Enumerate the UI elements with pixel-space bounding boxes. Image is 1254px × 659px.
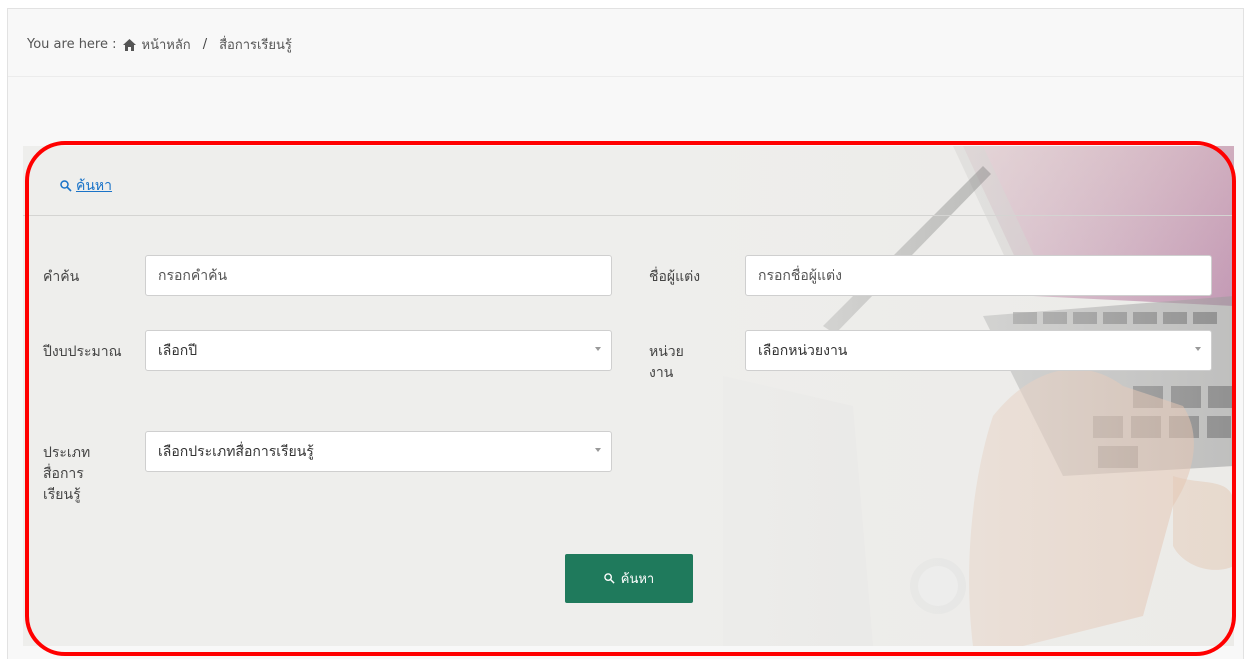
search-toggle-label: ค้นหา <box>76 178 113 194</box>
breadcrumb-prefix: You are here : <box>27 37 117 52</box>
search-toggle-link[interactable]: ค้นหา <box>60 175 112 197</box>
search-icon <box>60 180 72 192</box>
breadcrumb-divider <box>8 76 1243 77</box>
chevron-down-icon <box>1195 347 1201 351</box>
search-panel-header: ค้นหา <box>23 146 1234 216</box>
budget-year-select[interactable]: เลือกปี <box>145 330 612 371</box>
breadcrumb: You are here : หน้าหลัก / สื่อการเรียนรู… <box>27 34 292 55</box>
media-type-label-line2: สื่อการ <box>43 466 84 482</box>
budget-year-selected: เลือกปี <box>158 342 198 359</box>
agency-select[interactable]: เลือกหน่วยงาน <box>745 330 1212 371</box>
keyword-input[interactable] <box>145 255 612 296</box>
agency-selected: เลือกหน่วยงาน <box>758 342 848 359</box>
home-icon <box>122 38 136 51</box>
search-panel: ค้นหา คำค้น ชื่อผู้แต่ง ปีงบประมาณ เลือก… <box>23 146 1234 646</box>
media-type-selected: เลือกประเภทสื่อการเรียนรู้ <box>158 443 314 460</box>
agency-label: หน่วย งาน <box>649 342 684 384</box>
search-submit-button[interactable]: ค้นหา <box>565 554 693 603</box>
search-icon <box>603 573 615 584</box>
chevron-down-icon <box>595 448 601 452</box>
chevron-down-icon <box>595 347 601 351</box>
budget-year-label: ปีงบประมาณ <box>43 344 122 360</box>
media-type-label: ประเภท สื่อการ เรียนรู้ <box>43 443 90 506</box>
agency-label-line1: หน่วย <box>649 344 684 360</box>
media-type-label-line3: เรียนรู้ <box>43 487 81 503</box>
author-label: ชื่อผู้แต่ง <box>649 269 701 285</box>
author-input[interactable] <box>745 255 1212 296</box>
keyword-label: คำค้น <box>43 269 80 285</box>
breadcrumb-separator: / <box>202 37 208 52</box>
search-submit-label: ค้นหา <box>620 572 655 587</box>
agency-label-line2: งาน <box>649 365 674 381</box>
media-type-label-line1: ประเภท <box>43 445 91 461</box>
media-type-select[interactable]: เลือกประเภทสื่อการเรียนรู้ <box>145 431 612 472</box>
breadcrumb-current: สื่อการเรียนรู้ <box>219 38 292 53</box>
breadcrumb-home-link[interactable]: หน้าหลัก <box>142 34 191 55</box>
